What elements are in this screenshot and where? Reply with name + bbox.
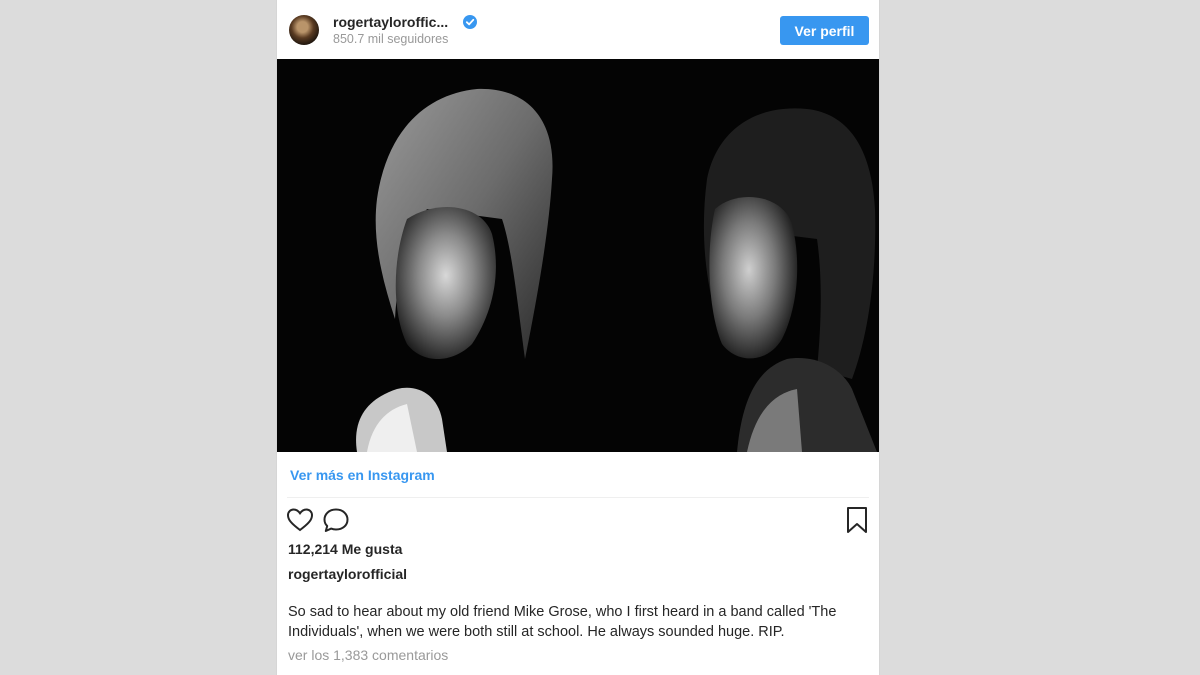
view-more-on-instagram-link[interactable]: Ver más en Instagram <box>290 467 435 483</box>
view-profile-button[interactable]: Ver perfil <box>780 16 869 45</box>
speech-bubble-icon[interactable] <box>322 507 350 533</box>
post-photo[interactable] <box>277 59 879 452</box>
post-caption: So sad to hear about my old friend Mike … <box>288 604 837 640</box>
username[interactable]: rogertayloroffic... <box>333 14 448 30</box>
bookmark-icon[interactable] <box>845 506 869 534</box>
follower-count: 850.7 mil seguidores <box>333 32 449 46</box>
like-count[interactable]: 112,214 Me gusta <box>288 541 402 557</box>
photo-image <box>277 59 879 452</box>
avatar[interactable] <box>289 15 319 45</box>
post-header: rogertayloroffic... 850.7 mil seguidores… <box>277 0 879 58</box>
post-author[interactable]: rogertaylorofficial <box>288 566 407 582</box>
view-comments-link[interactable]: ver los 1,383 comentarios <box>288 647 448 663</box>
verified-badge-icon <box>463 15 477 29</box>
divider <box>287 497 869 498</box>
instagram-embed: rogertayloroffic... 850.7 mil seguidores… <box>277 0 879 675</box>
heart-icon[interactable] <box>286 507 314 533</box>
